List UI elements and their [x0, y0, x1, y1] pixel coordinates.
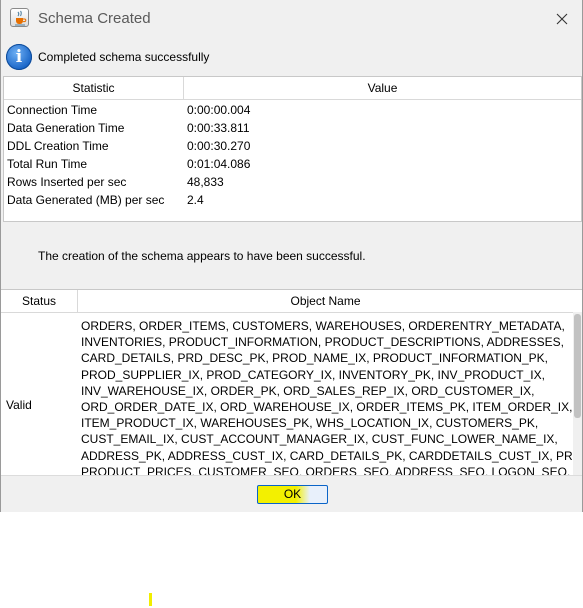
- title-bar[interactable]: Schema Created: [1, 0, 582, 38]
- statistic-value: 0:00:33.811: [187, 121, 250, 135]
- column-header-status[interactable]: Status: [1, 290, 78, 312]
- object-name-line: INVENTORIES, PRODUCT_INFORMATION, PRODUC…: [81, 335, 564, 350]
- object-name-cell: ORDERS, ORDER_ITEMS, CUSTOMERS, WAREHOUS…: [81, 318, 582, 476]
- column-header-value[interactable]: Value: [184, 77, 581, 99]
- schema-created-dialog: Schema Created i Completed schema succes…: [0, 0, 583, 512]
- table-row: Data Generated (MB) per sec 2.4: [4, 191, 581, 209]
- column-header-statistic[interactable]: Statistic: [4, 77, 184, 99]
- statistic-name: Total Run Time: [7, 157, 88, 171]
- object-name-line: CUST_EMAIL_IX, CUST_ACCOUNT_MANAGER_IX, …: [81, 432, 558, 447]
- ok-button[interactable]: OK: [257, 485, 328, 504]
- table-row: DDL Creation Time 0:00:30.270: [4, 137, 581, 155]
- statistic-name: Data Generated (MB) per sec: [7, 193, 165, 207]
- table-row: Total Run Time 0:01:04.086: [4, 155, 581, 173]
- object-name-line: ITEM_PRODUCT_IX, WAREHOUSES_PK, WHS_LOCA…: [81, 416, 539, 431]
- statistic-value: 2.4: [187, 193, 204, 207]
- object-name-line: INV_WAREHOUSE_IX, ORDER_PK, ORD_SALES_RE…: [81, 383, 535, 398]
- table-row: Rows Inserted per sec 48,833: [4, 173, 581, 191]
- vertical-scrollbar[interactable]: [573, 312, 582, 476]
- statistic-value: 0:01:04.086: [187, 157, 251, 171]
- statistic-name: Rows Inserted per sec: [7, 175, 127, 189]
- statistic-name: DDL Creation Time: [7, 139, 109, 153]
- scrollbar-thumb[interactable]: [574, 314, 581, 418]
- statistic-value: 0:00:30.270: [187, 139, 251, 153]
- statistic-value: 0:00:00.004: [187, 103, 251, 117]
- object-name-line: ADDRESS_PK, ADDRESS_CUST_IX, CARD_DETAIL…: [81, 448, 582, 463]
- column-header-object-name[interactable]: Object Name: [78, 290, 573, 312]
- close-icon[interactable]: [549, 6, 575, 32]
- button-bar: OK: [1, 475, 582, 512]
- table-row: Connection Time 0:00:00.004: [4, 101, 581, 119]
- java-cup-icon: [10, 8, 29, 27]
- statistic-value: 48,833: [187, 175, 224, 189]
- statistics-table-header: Statistic Value: [4, 77, 581, 100]
- statistic-name: Data Generation Time: [7, 121, 125, 135]
- info-icon: i: [6, 44, 32, 70]
- info-message: Completed schema successfully: [38, 50, 210, 64]
- object-name-line: CARD_DETAILS, PRD_DESC_PK, PROD_NAME_IX,…: [81, 351, 548, 366]
- object-name-line: ORDERS, ORDER_ITEMS, CUSTOMERS, WAREHOUS…: [81, 319, 565, 333]
- statistic-name: Connection Time: [7, 103, 98, 117]
- object-name-line: ORD_ORDER_DATE_IX, ORD_WAREHOUSE_IX, ORD…: [81, 400, 573, 415]
- text-cursor-marker: [149, 593, 152, 606]
- objects-table-header: Status Object Name: [1, 290, 582, 313]
- objects-table: Status Object Name Valid ORDERS, ORDER_I…: [1, 289, 582, 476]
- status-cell: Valid: [6, 398, 32, 412]
- table-row: Data Generation Time 0:00:33.811: [4, 119, 581, 137]
- object-name-line: PROD_SUPPLIER_IX, PROD_CATEGORY_IX, INVE…: [81, 367, 545, 382]
- window-title: Schema Created: [38, 10, 151, 27]
- result-message: The creation of the schema appears to ha…: [38, 249, 366, 263]
- statistics-table: Statistic Value Connection Time 0:00:00.…: [3, 76, 582, 222]
